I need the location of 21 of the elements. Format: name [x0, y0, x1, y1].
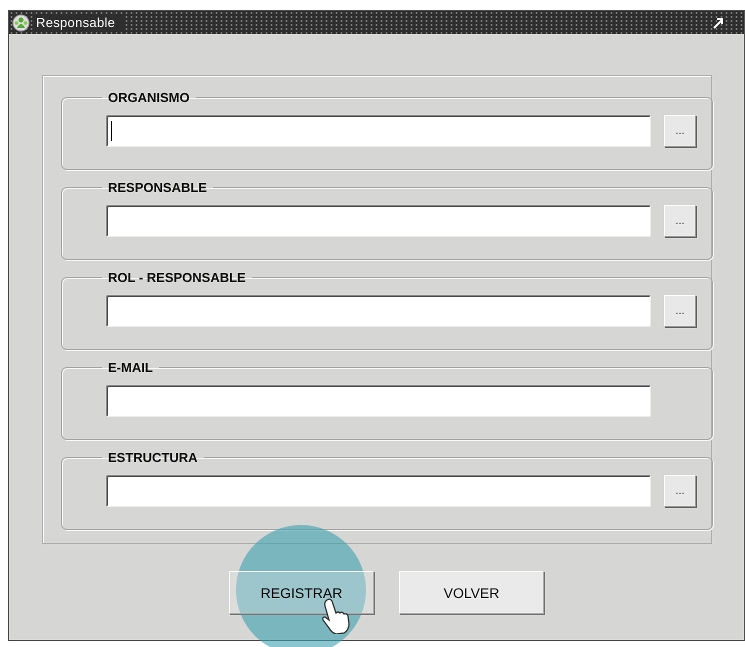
text-cursor: [111, 121, 112, 141]
input-field[interactable]: [106, 385, 651, 417]
input-field[interactable]: [106, 205, 651, 237]
input-field[interactable]: [106, 295, 651, 327]
input-field[interactable]: [106, 115, 651, 147]
field-label: ORGANISMO: [107, 90, 191, 105]
lookup-button[interactable]: ...: [664, 115, 696, 147]
field-label: ROL - RESPONSABLE: [107, 270, 247, 285]
push-button[interactable]: REGISTRAR: [229, 571, 374, 614]
lookup-button[interactable]: ...: [664, 295, 696, 327]
maximize-icon[interactable]: [712, 16, 724, 28]
lookup-button[interactable]: ...: [664, 475, 696, 507]
input-field[interactable]: [106, 475, 651, 507]
app-icon: [12, 14, 30, 32]
lookup-button[interactable]: ...: [664, 205, 696, 237]
push-button[interactable]: VOLVER: [399, 571, 544, 614]
hand-cursor-icon: [321, 598, 351, 634]
field-label: ESTRUCTURA: [107, 450, 199, 465]
field-label: E-MAIL: [107, 360, 154, 375]
window-title: Responsable: [34, 15, 124, 30]
field-label: RESPONSABLE: [107, 180, 208, 195]
